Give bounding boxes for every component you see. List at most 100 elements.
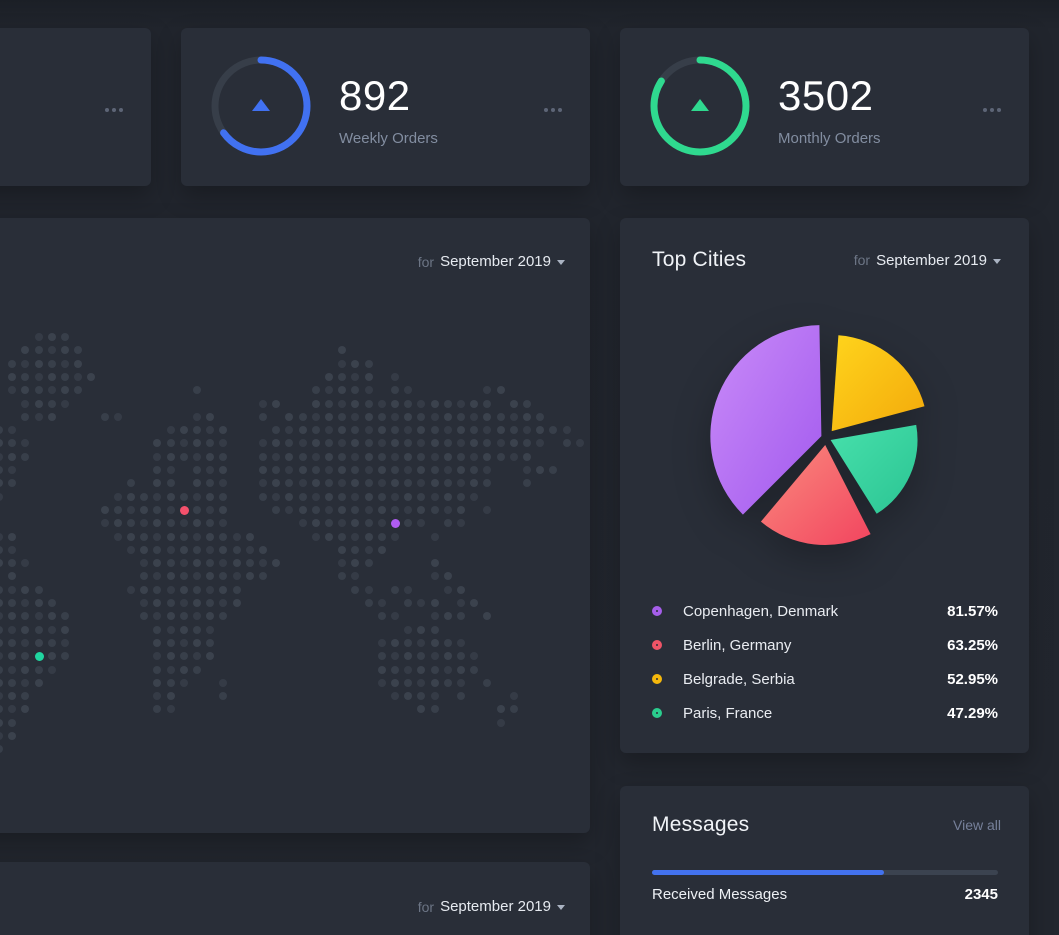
map-dot <box>193 586 201 594</box>
map-dot <box>74 360 82 368</box>
map-dot <box>0 626 3 634</box>
map-dot <box>351 426 359 434</box>
top-cities-pie-chart[interactable] <box>696 308 956 568</box>
map-dot <box>101 413 109 421</box>
ellipsis-icon[interactable] <box>101 104 127 116</box>
map-dot <box>246 546 254 554</box>
map-dot <box>312 400 320 408</box>
map-dot <box>153 559 161 567</box>
ellipsis-icon[interactable] <box>540 104 566 116</box>
map-dot <box>167 466 175 474</box>
map-dot <box>378 466 386 474</box>
map-dot <box>48 612 56 620</box>
legend-item-copenhagen[interactable]: Copenhagen, Denmark 81.57% <box>652 594 998 628</box>
map-dot <box>285 426 293 434</box>
map-dot <box>21 692 29 700</box>
map-dot <box>378 546 386 554</box>
legend-item-berlin[interactable]: Berlin, Germany 63.25% <box>652 628 998 662</box>
map-dot <box>338 386 346 394</box>
map-dot <box>167 612 175 620</box>
map-dot <box>21 612 29 620</box>
map-marker[interactable] <box>180 506 189 515</box>
map-dot <box>536 466 544 474</box>
map-dot <box>523 413 531 421</box>
month-filter-dropdown[interactable]: for September 2019 <box>418 253 565 270</box>
top-cities-title: Top Cities <box>652 248 746 272</box>
map-dot <box>193 506 201 514</box>
map-dot <box>153 572 161 580</box>
map-dot <box>0 745 3 753</box>
map-dot <box>325 533 333 541</box>
monthly-orders-gauge <box>648 54 752 158</box>
map-dot <box>153 519 161 527</box>
map-dot <box>391 666 399 674</box>
map-dot <box>219 466 227 474</box>
map-dot <box>404 400 412 408</box>
map-dot <box>404 639 412 647</box>
map-dot <box>378 533 386 541</box>
legend-item-belgrade[interactable]: Belgrade, Serbia 52.95% <box>652 662 998 696</box>
legend-item-paris[interactable]: Paris, France 47.29% <box>652 696 998 730</box>
map-dot <box>431 506 439 514</box>
map-dot <box>0 453 3 461</box>
map-dot <box>523 453 531 461</box>
map-dot <box>470 666 478 674</box>
map-dot <box>233 533 241 541</box>
map-marker[interactable] <box>391 519 400 528</box>
map-dot <box>523 479 531 487</box>
map-dot <box>417 519 425 527</box>
map-dot <box>167 453 175 461</box>
map-dot <box>404 453 412 461</box>
filter-value-label: September 2019 <box>440 253 551 270</box>
map-dot <box>246 533 254 541</box>
map-dot <box>193 479 201 487</box>
map-dot <box>61 652 69 660</box>
map-dot <box>285 466 293 474</box>
map-dot <box>351 466 359 474</box>
monthly-orders-label: Monthly Orders <box>778 130 881 147</box>
map-dot <box>285 453 293 461</box>
map-dot <box>233 599 241 607</box>
map-dot <box>497 413 505 421</box>
map-dot <box>193 466 201 474</box>
map-dot <box>61 639 69 647</box>
map-dot <box>21 652 29 660</box>
map-dot <box>431 466 439 474</box>
map-dot <box>21 679 29 687</box>
view-all-link[interactable]: View all <box>953 817 1001 833</box>
map-dot <box>391 466 399 474</box>
map-dot <box>338 559 346 567</box>
legend-color-ring <box>652 606 662 616</box>
map-dot <box>167 572 175 580</box>
map-dot <box>444 413 452 421</box>
map-dot <box>563 426 571 434</box>
map-dot <box>180 546 188 554</box>
map-dot <box>206 559 214 567</box>
map-dot <box>431 426 439 434</box>
map-dot <box>351 400 359 408</box>
map-dot <box>457 639 465 647</box>
map-dot <box>272 479 280 487</box>
map-dot <box>351 559 359 567</box>
map-dot <box>404 506 412 514</box>
map-dot <box>246 572 254 580</box>
ellipsis-icon[interactable] <box>979 104 1005 116</box>
map-dot <box>417 652 425 660</box>
legend-color-ring <box>652 674 662 684</box>
map-dot <box>180 626 188 634</box>
map-dot <box>140 506 148 514</box>
map-dot <box>8 559 16 567</box>
map-dot <box>167 519 175 527</box>
weekly-orders-gauge <box>209 54 313 158</box>
map-dot <box>312 413 320 421</box>
month-filter-dropdown[interactable]: for September 2019 <box>854 252 1001 269</box>
map-dot <box>457 479 465 487</box>
map-dot <box>0 719 3 727</box>
map-dot <box>21 413 29 421</box>
map-marker[interactable] <box>35 652 44 661</box>
map-dot <box>404 519 412 527</box>
map-dot <box>8 479 16 487</box>
map-dot <box>21 453 29 461</box>
month-filter-dropdown[interactable]: for September 2019 <box>418 898 565 915</box>
map-dot <box>8 360 16 368</box>
